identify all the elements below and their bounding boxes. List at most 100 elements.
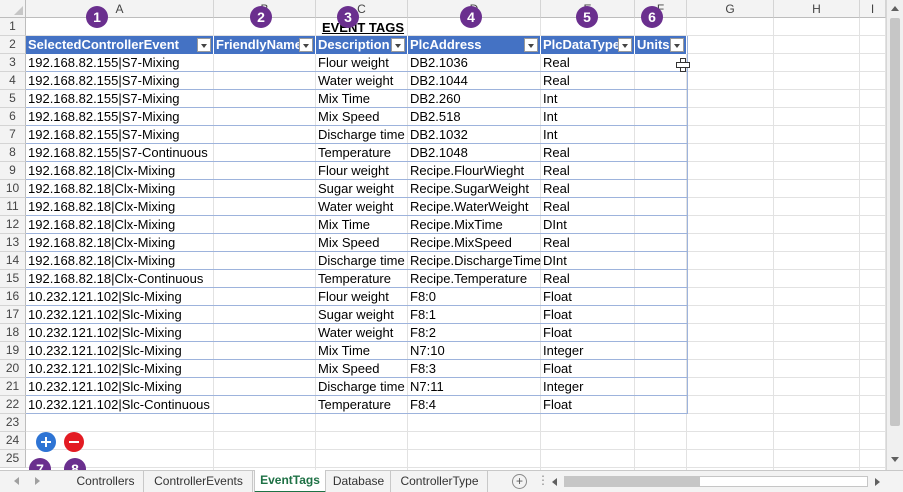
row-header[interactable]: 13 [0,234,26,252]
table-cell[interactable] [635,216,687,234]
table-cell[interactable]: Float [541,396,635,414]
row-header[interactable]: 16 [0,288,26,306]
table-cell[interactable] [214,342,316,360]
table-cell[interactable]: Recipe.FlourWieght [408,162,541,180]
row-header[interactable]: 20 [0,360,26,378]
table-cell[interactable] [214,108,316,126]
table-cell[interactable]: F8:3 [408,360,541,378]
table-cell[interactable]: DB2.518 [408,108,541,126]
table-cell[interactable]: Sugar weight [316,306,408,324]
column-header[interactable]: C [316,0,408,18]
table-cell[interactable]: Temperature [316,396,408,414]
add-row-button[interactable] [36,432,56,452]
table-cell[interactable] [635,288,687,306]
table-cell[interactable] [635,360,687,378]
row-header[interactable]: 3 [0,54,26,72]
table-cell[interactable]: N7:11 [408,378,541,396]
table-cell[interactable]: DInt [541,252,635,270]
table-cell[interactable] [214,180,316,198]
table-cell[interactable]: Discharge time [316,252,408,270]
table-cell[interactable]: Real [541,234,635,252]
table-cell[interactable]: DInt [541,216,635,234]
table-cell[interactable]: Real [541,162,635,180]
table-cell[interactable]: Real [541,180,635,198]
row-header[interactable]: 15 [0,270,26,288]
table-cell[interactable]: Int [541,108,635,126]
scroll-left-icon[interactable] [548,474,562,489]
table-cell[interactable] [214,288,316,306]
table-cell[interactable]: N7:10 [408,342,541,360]
table-cell[interactable]: Float [541,324,635,342]
table-header-cell[interactable]: Units [635,36,687,54]
table-cell[interactable]: F8:1 [408,306,541,324]
table-cell[interactable]: Water weight [316,198,408,216]
scroll-right-icon[interactable] [870,474,884,489]
table-cell[interactable]: DB2.1036 [408,54,541,72]
sheet-tab[interactable]: EventTags [254,470,326,492]
column-header[interactable]: G [687,0,774,18]
table-cell[interactable]: Water weight [316,72,408,90]
table-header-cell[interactable]: PlcAddress [408,36,541,54]
filter-dropdown-icon[interactable] [618,38,632,52]
row-header[interactable]: 11 [0,198,26,216]
table-cell[interactable]: 192.168.82.155|S7-Mixing [26,90,214,108]
row-header[interactable]: 4 [0,72,26,90]
table-cell[interactable]: Float [541,306,635,324]
table-cell[interactable]: Recipe.SugarWeight [408,180,541,198]
table-cell[interactable] [635,306,687,324]
table-cell[interactable]: Mix Speed [316,108,408,126]
table-cell[interactable]: 10.232.121.102|Slc-Mixing [26,342,214,360]
spreadsheet-grid[interactable]: ABCDEFGHI1234567891011121314151617181920… [0,0,886,470]
table-header-cell[interactable]: PlcDataType [541,36,635,54]
table-cell[interactable] [214,252,316,270]
table-cell[interactable]: Integer [541,378,635,396]
table-cell[interactable]: 192.168.82.18|Clx-Mixing [26,234,214,252]
filter-dropdown-icon[interactable] [670,38,684,52]
table-cell[interactable] [635,234,687,252]
table-cell[interactable] [635,270,687,288]
horizontal-scroll-thumb[interactable] [564,476,700,487]
table-cell[interactable] [214,234,316,252]
row-header[interactable]: 10 [0,180,26,198]
row-header[interactable]: 14 [0,252,26,270]
table-cell[interactable]: 192.168.82.18|Clx-Mixing [26,252,214,270]
scroll-down-icon[interactable] [887,452,903,468]
sheet-tab[interactable]: ControllerEvents [145,471,253,492]
row-header[interactable]: 21 [0,378,26,396]
table-cell[interactable]: 192.168.82.155|S7-Continuous [26,144,214,162]
table-cell[interactable] [214,72,316,90]
next-sheet-icon[interactable] [30,474,44,488]
table-cell[interactable] [214,324,316,342]
table-cell[interactable]: Temperature [316,144,408,162]
row-header[interactable]: 9 [0,162,26,180]
table-cell[interactable] [214,198,316,216]
table-cell[interactable]: Recipe.Temperature [408,270,541,288]
remove-row-button[interactable] [64,432,84,452]
row-header[interactable]: 6 [0,108,26,126]
table-header-cell[interactable]: Description [316,36,408,54]
row-header[interactable]: 7 [0,126,26,144]
table-cell[interactable]: Mix Time [316,216,408,234]
table-cell[interactable]: 192.168.82.18|Clx-Mixing [26,198,214,216]
table-cell[interactable]: F8:0 [408,288,541,306]
table-cell[interactable]: 192.168.82.18|Clx-Mixing [26,180,214,198]
table-header-cell[interactable]: SelectedControllerEvent [26,36,214,54]
table-cell[interactable]: 10.232.121.102|Slc-Mixing [26,360,214,378]
table-cell[interactable]: DB2.1044 [408,72,541,90]
table-cell[interactable]: Mix Time [316,342,408,360]
table-cell[interactable] [214,90,316,108]
table-cell[interactable]: 192.168.82.155|S7-Mixing [26,72,214,90]
table-cell[interactable] [214,378,316,396]
filter-dropdown-icon[interactable] [197,38,211,52]
table-cell[interactable]: Real [541,270,635,288]
horizontal-scrollbar[interactable] [548,474,884,489]
filter-dropdown-icon[interactable] [524,38,538,52]
table-cell[interactable]: Real [541,144,635,162]
table-cell[interactable]: Recipe.MixTime [408,216,541,234]
table-cell[interactable]: 10.232.121.102|Slc-Mixing [26,378,214,396]
row-header[interactable]: 17 [0,306,26,324]
table-cell[interactable]: Flour weight [316,162,408,180]
table-cell[interactable] [635,198,687,216]
table-cell[interactable]: Recipe.WaterWeight [408,198,541,216]
table-cell[interactable]: Discharge time [316,126,408,144]
